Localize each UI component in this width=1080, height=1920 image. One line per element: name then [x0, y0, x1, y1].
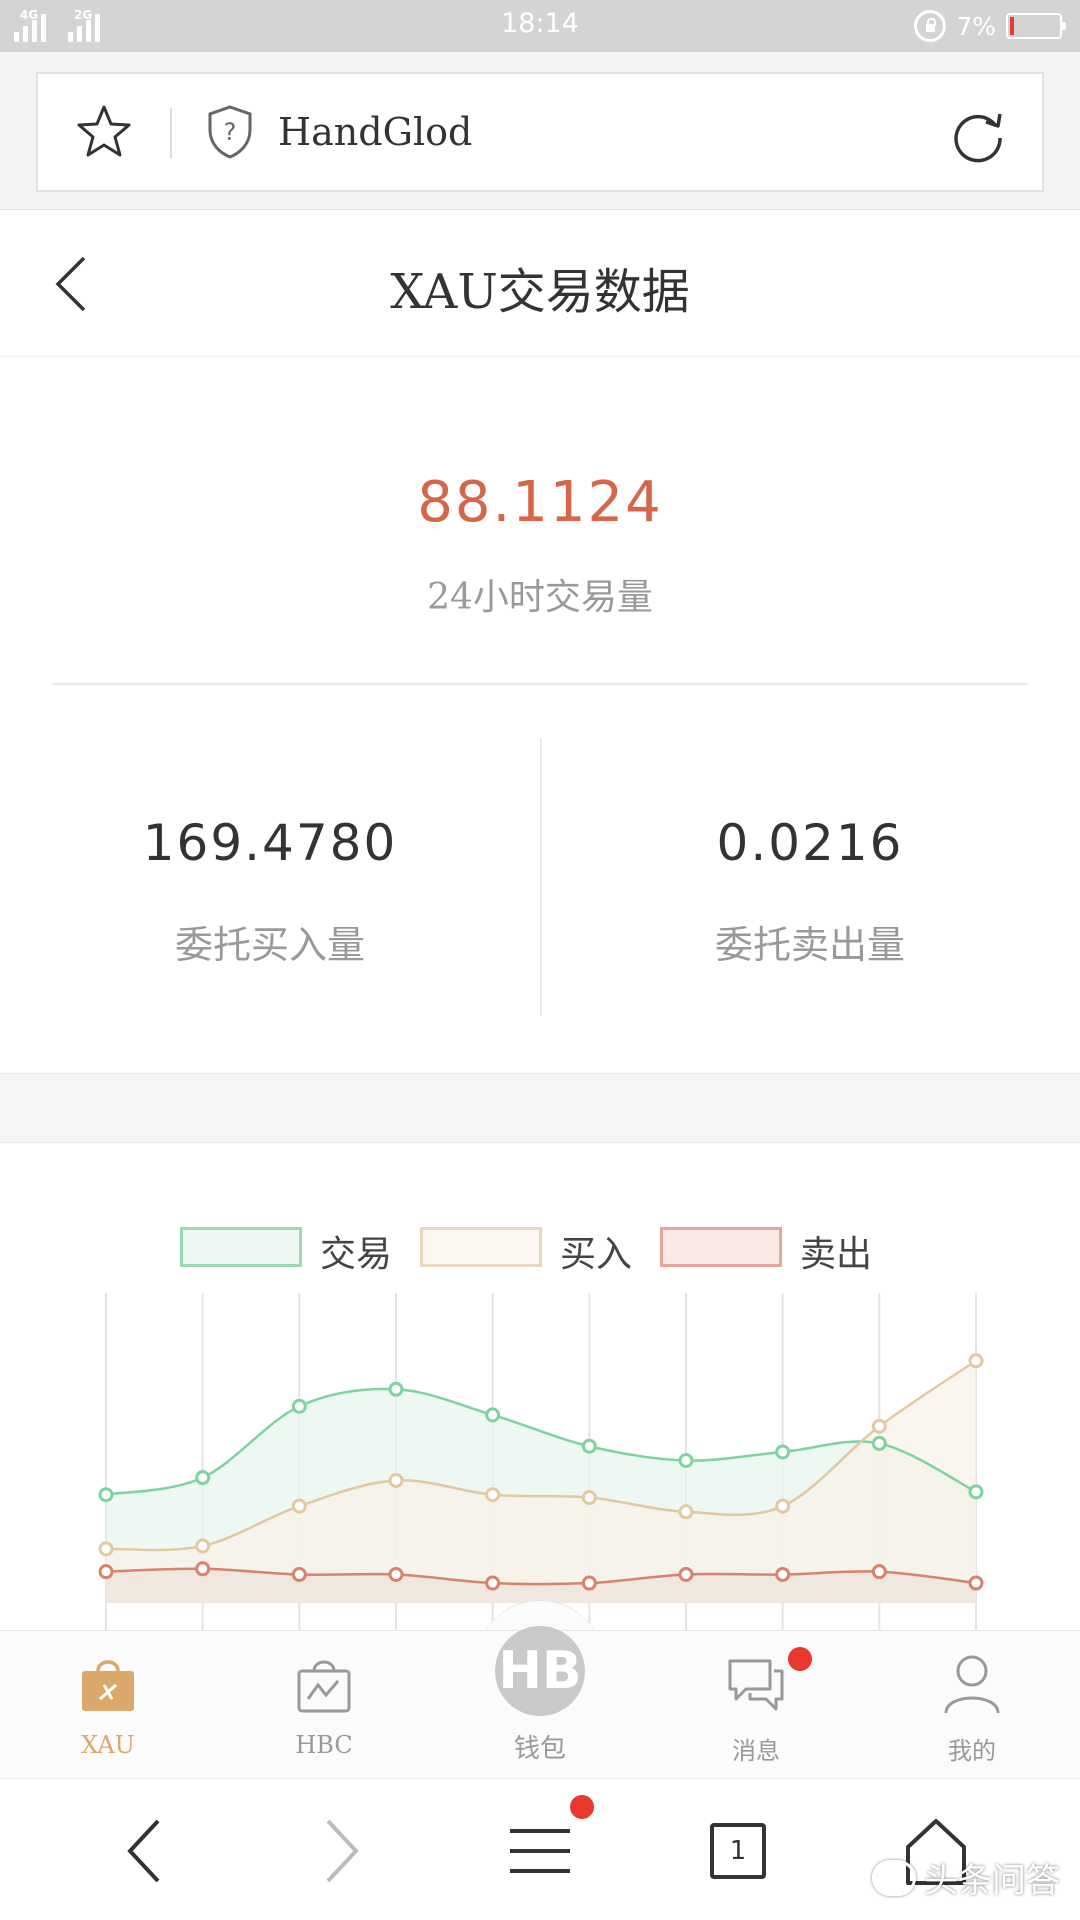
- legend-swatch-sell: [660, 1227, 782, 1267]
- battery-icon: [1006, 13, 1066, 39]
- address-divider: [170, 108, 172, 158]
- series-3-point-10: [968, 1575, 984, 1591]
- messages-badge: [788, 1647, 812, 1671]
- chart-canvas: [98, 1293, 984, 1633]
- hb-coin-icon: HB: [495, 1626, 585, 1716]
- user-icon: [944, 1655, 1000, 1714]
- watermark: 头条问答: [872, 1853, 1060, 1902]
- address-bar[interactable]: ? HandGlod: [36, 72, 1044, 192]
- menu-badge: [570, 1795, 594, 1819]
- trade-chart: 交易 买入 卖出: [0, 1143, 1080, 1633]
- page-title: XAU交易数据: [390, 264, 690, 320]
- section-gap: [0, 1073, 1080, 1143]
- series-2-point-3: [291, 1498, 307, 1514]
- buy-orders-label: 委托买入量: [174, 923, 365, 967]
- series-1-point-2: [195, 1470, 211, 1486]
- trade-summary: 88.1124 24小时交易量 169.4780 委托买入量 0.0216 委托…: [0, 358, 1080, 1073]
- tabs-icon: 1: [710, 1823, 766, 1879]
- star-icon[interactable]: [74, 102, 134, 162]
- tab-hbc[interactable]: HBC: [244, 1653, 404, 1763]
- series-1-point-1: [98, 1487, 114, 1503]
- forward-arrow-icon: [326, 1819, 359, 1883]
- series-3-point-3: [291, 1567, 307, 1582]
- series-1-point-3: [291, 1398, 307, 1414]
- series-2-point-5: [485, 1487, 501, 1503]
- tab-xau[interactable]: XAU: [28, 1653, 188, 1763]
- nav-back-button[interactable]: [106, 1811, 186, 1891]
- series-2-point-10: [968, 1353, 984, 1369]
- series-2-point-8: [775, 1498, 791, 1514]
- chat-bubbles-icon: [728, 1659, 784, 1711]
- buy-orders-stat: 169.4780 委托买入量: [30, 814, 510, 969]
- shopping-bag-icon: [82, 1660, 134, 1711]
- nav-forward-button[interactable]: [300, 1811, 380, 1891]
- reload-icon[interactable]: [948, 104, 1008, 164]
- nav-menu-button[interactable]: [500, 1795, 594, 1891]
- series-3-point-7: [678, 1567, 694, 1582]
- chart-legend: 交易 买入 卖出: [0, 1225, 1080, 1275]
- nav-tabs-button[interactable]: 1: [698, 1811, 778, 1891]
- series-1-point-4: [388, 1381, 404, 1397]
- summary-divider: [52, 683, 1028, 685]
- buy-orders-value: 169.4780: [142, 814, 398, 872]
- series-1-point-7: [678, 1453, 694, 1468]
- series-2-point-4: [388, 1472, 404, 1488]
- site-name[interactable]: HandGlod: [278, 110, 472, 154]
- menu-icon: [510, 1829, 570, 1873]
- legend-label-buy: 买入: [560, 1234, 633, 1275]
- status-bar: 4G 2G 18:14 7%: [0, 0, 1080, 52]
- tab-label-wallet: 钱包: [513, 1734, 566, 1764]
- series-3-point-4: [388, 1567, 404, 1582]
- watermark-text: 头条问答: [924, 1861, 1060, 1901]
- series-2-point-7: [678, 1504, 694, 1520]
- battery-level: [1010, 17, 1014, 35]
- series-2-point-2: [195, 1538, 211, 1554]
- series-1-point-9: [871, 1435, 887, 1451]
- series-2-point-9: [871, 1418, 887, 1434]
- sell-orders-stat: 0.0216 委托卖出量: [540, 814, 1080, 969]
- back-arrow-icon: [127, 1819, 160, 1883]
- series-1-point-10: [968, 1484, 984, 1500]
- series-2-point-1: [98, 1541, 114, 1557]
- rotation-lock-icon: [914, 10, 947, 42]
- watermark-logo-icon: [872, 1859, 916, 1896]
- series-1-point-5: [485, 1407, 501, 1423]
- series-3-point-8: [775, 1567, 791, 1582]
- series-1-point-8: [775, 1444, 791, 1460]
- tab-label-hbc: HBC: [295, 1731, 353, 1759]
- series-2-point-6: [581, 1490, 597, 1506]
- tab-messages[interactable]: 消息: [676, 1647, 836, 1765]
- legend-swatch-buy: [420, 1227, 542, 1267]
- legend-label-sell: 卖出: [800, 1234, 873, 1275]
- legend-label-trade: 交易: [320, 1234, 393, 1275]
- svg-text:?: ?: [224, 118, 237, 146]
- series-3-point-5: [485, 1575, 501, 1591]
- sell-orders-label: 委托卖出量: [714, 923, 905, 967]
- browser-nav-bar: 1 头条问答: [0, 1778, 1080, 1920]
- page-header: XAU交易数据: [0, 210, 1080, 355]
- shield-question-icon[interactable]: ?: [206, 104, 254, 160]
- chart-bag-icon: [297, 1660, 351, 1713]
- series-3-point-9: [871, 1564, 887, 1580]
- series-3-point-6: [581, 1575, 597, 1591]
- tab-label-xau: XAU: [81, 1731, 135, 1759]
- series-3-point-2: [195, 1561, 211, 1577]
- legend-swatch-trade: [180, 1227, 302, 1267]
- tab-wallet[interactable]: HB 钱包: [460, 1626, 620, 1776]
- series-3-point-1: [98, 1564, 114, 1580]
- volume-24h-value: 88.1124: [417, 470, 663, 535]
- tab-label-me: 我的: [948, 1737, 996, 1765]
- tab-label-messages: 消息: [732, 1737, 780, 1765]
- battery-percent: 7%: [956, 11, 996, 41]
- sell-orders-value: 0.0216: [716, 814, 904, 872]
- volume-24h-label: 24小时交易量: [427, 577, 653, 618]
- series-1-point-6: [581, 1438, 597, 1454]
- tab-me[interactable]: 我的: [892, 1653, 1052, 1765]
- browser-toolbar: ? HandGlod: [0, 52, 1080, 210]
